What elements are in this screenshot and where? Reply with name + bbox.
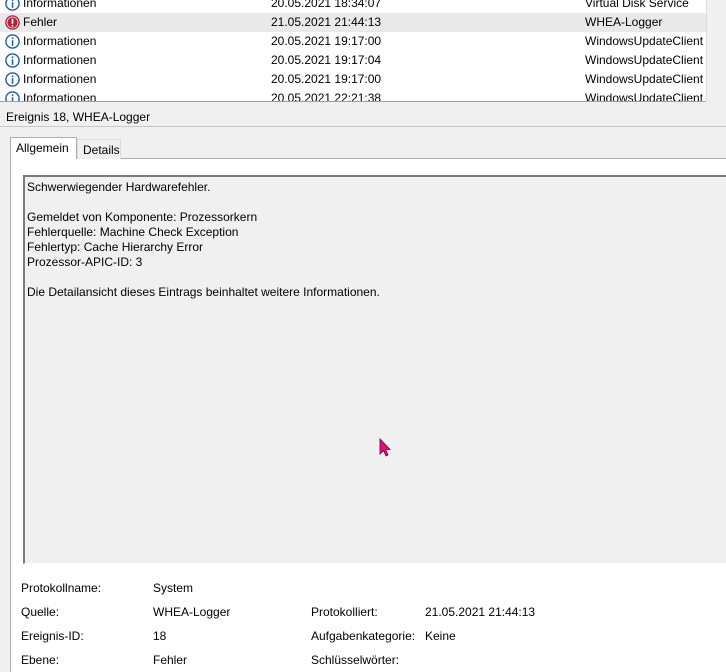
mouse-cursor-icon (379, 438, 391, 457)
event-date: 20.05.2021 19:17:00 (271, 34, 382, 48)
log-name-value: System (153, 581, 194, 595)
logged-label: Protokolliert: (311, 605, 378, 619)
description-line: Schwerwiegender Hardwarefehler. (27, 180, 211, 194)
level-label: Ebene: (21, 653, 60, 667)
event-level: Informationen (23, 72, 97, 86)
event-pane-title: Ereignis 18, WHEA-Logger (0, 107, 726, 127)
event-level: Informationen (23, 0, 97, 10)
event-level: Fehler (23, 15, 58, 29)
event-row[interactable]: Informationen 20.05.2021 19:17:00 WindowsU… (0, 70, 706, 89)
keywords-label: Schlüsselwörter: (311, 653, 400, 667)
info-icon (5, 72, 20, 87)
event-source: WindowsUpdateClient (585, 53, 704, 67)
info-icon (5, 53, 20, 68)
event-source: WindowsUpdateClient (585, 34, 704, 48)
event-row[interactable]: Fehler 21.05.2021 21:44:13 WHEA-Logger (0, 13, 706, 32)
description-line: Prozessor-APIC-ID: 3 (27, 255, 143, 269)
description-line: Gemeldet von Komponente: Prozessorkern (27, 210, 258, 224)
event-level: Informationen (23, 53, 97, 67)
event-row[interactable]: Informationen 20.05.2021 18:34:07 Virtual … (0, 0, 706, 13)
event-source: Virtual Disk Service (585, 0, 689, 10)
tab-details-label: Details (83, 143, 120, 157)
task-category-label: Aufgabenkategorie: (311, 629, 416, 643)
event-source: WindowsUpdateClient (585, 72, 704, 86)
event-source: WindowsUpdateClient (585, 91, 704, 102)
event-id-label: Ereignis-ID: (21, 629, 84, 643)
description-line: Fehlerquelle: Machine Check Exception (27, 225, 239, 239)
event-list-scrollbar[interactable] (706, 0, 726, 101)
event-date: 20.05.2021 22:21:38 (271, 91, 382, 102)
task-category-value: Keine (425, 629, 456, 643)
event-level: Informationen (23, 91, 97, 102)
event-date: 20.05.2021 18:34:07 (271, 0, 382, 10)
tab-details[interactable]: Details (77, 139, 121, 159)
logged-value: 21.05.2021 21:44:13 (425, 605, 536, 619)
tab-general[interactable]: Allgemein (10, 137, 77, 159)
event-list[interactable]: Informationen 20.05.2021 18:34:07 Virtual … (0, 0, 706, 102)
info-icon (5, 91, 20, 101)
info-icon (5, 34, 20, 49)
source-value: WHEA-Logger (153, 605, 231, 619)
event-row[interactable]: Informationen 20.05.2021 19:17:04 WindowsU… (0, 51, 706, 70)
description-line: Fehlertyp: Cache Hierarchy Error (27, 240, 204, 254)
event-pane-title-text: Ereignis 18, WHEA-Logger (6, 110, 151, 124)
event-date: 21.05.2021 21:44:13 (271, 15, 382, 29)
event-source: WHEA-Logger (585, 15, 663, 29)
event-date: 20.05.2021 19:17:00 (271, 72, 382, 86)
description-line: Die Detailansicht dieses Eintrags beinha… (27, 285, 380, 299)
tab-general-label: Allgemein (16, 141, 69, 155)
event-level: Informationen (23, 34, 97, 48)
event-id-value: 18 (153, 629, 167, 643)
event-date: 20.05.2021 19:17:04 (271, 53, 382, 67)
event-description[interactable]: Schwerwiegender Hardwarefehler. Gemeldet… (23, 175, 726, 564)
log-name-label: Protokollname: (21, 581, 102, 595)
event-row[interactable]: Informationen 20.05.2021 22:21:38 WindowsU… (0, 89, 706, 102)
source-label: Quelle: (21, 605, 60, 619)
error-icon (5, 15, 20, 30)
level-value: Fehler (153, 653, 188, 667)
event-row[interactable]: Informationen 20.05.2021 19:17:00 WindowsU… (0, 32, 706, 51)
info-icon (5, 0, 20, 11)
